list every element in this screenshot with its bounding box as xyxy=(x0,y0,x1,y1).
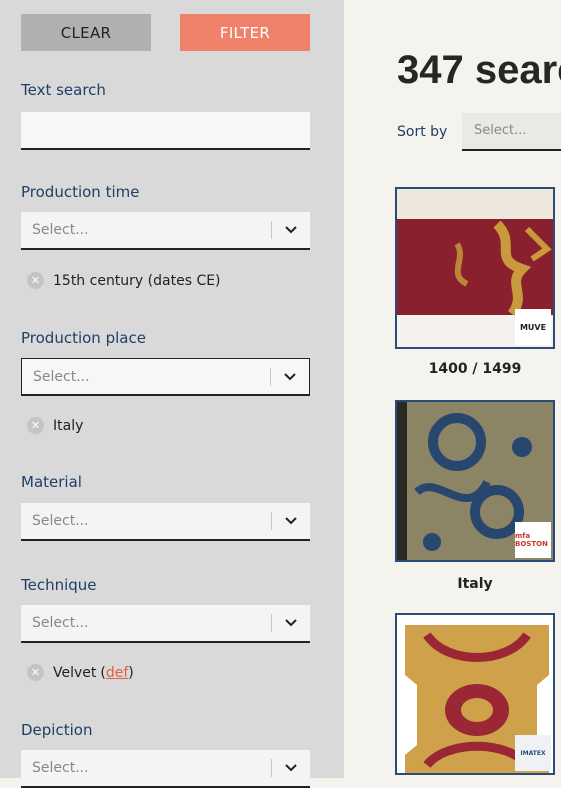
remove-chip-icon[interactable]: ✕ xyxy=(27,664,44,681)
results-panel: 347 search results Sort by Select... MUV… xyxy=(344,0,561,778)
depiction-placeholder: Select... xyxy=(32,760,89,776)
technique-label: Technique xyxy=(21,576,97,594)
filter-button[interactable]: FILTER xyxy=(180,14,310,51)
production-time-chip-label: 15th century (dates CE) xyxy=(53,272,221,289)
production-place-chip: ✕ Italy xyxy=(27,417,83,434)
production-place-placeholder: Select... xyxy=(33,368,90,385)
mfa-boston-logo: mfa BOSTON xyxy=(515,522,551,558)
clear-button[interactable]: CLEAR xyxy=(21,14,151,51)
sort-select[interactable]: Select... xyxy=(462,113,561,151)
filter-sidebar: CLEAR FILTER Text search Production time… xyxy=(0,0,344,788)
result-card-image[interactable]: MUVE xyxy=(395,187,555,349)
material-placeholder: Select... xyxy=(32,513,89,529)
technique-chip-label: Velvet xyxy=(53,664,97,681)
imatex-logo: IMATEX xyxy=(515,735,551,771)
production-time-select[interactable]: Select... xyxy=(21,212,310,250)
production-time-label: Production time xyxy=(21,183,140,201)
chevron-down-icon[interactable] xyxy=(272,619,310,627)
result-card-image[interactable]: IMATEX xyxy=(395,613,555,775)
text-search-input[interactable] xyxy=(21,112,310,150)
chevron-down-icon[interactable] xyxy=(271,372,309,381)
remove-chip-icon[interactable]: ✕ xyxy=(27,417,44,434)
result-card-image[interactable]: mfa BOSTON xyxy=(395,400,555,562)
depiction-select[interactable]: Select... xyxy=(21,750,310,788)
muve-logo: MUVE xyxy=(515,309,551,345)
production-time-placeholder: Select... xyxy=(32,222,89,238)
chevron-down-icon[interactable] xyxy=(272,226,310,234)
material-select[interactable]: Select... xyxy=(21,503,310,541)
technique-chip: ✕ Velvet (def) xyxy=(27,664,134,681)
text-search-label: Text search xyxy=(21,81,106,99)
results-count-title: 347 search results xyxy=(397,48,561,92)
depiction-label: Depiction xyxy=(21,721,93,739)
technique-select[interactable]: Select... xyxy=(21,605,310,643)
result-card-caption: 1400 / 1499 xyxy=(428,361,522,377)
production-time-chip: ✕ 15th century (dates CE) xyxy=(27,272,221,289)
definition-link[interactable]: def xyxy=(106,665,128,681)
production-place-label: Production place xyxy=(21,329,146,347)
material-label: Material xyxy=(21,473,82,491)
remove-chip-icon[interactable]: ✕ xyxy=(27,272,44,289)
technique-placeholder: Select... xyxy=(32,615,89,631)
production-place-chip-label: Italy xyxy=(53,417,84,434)
chevron-down-icon[interactable] xyxy=(272,517,310,525)
result-card-caption: Italy xyxy=(457,576,493,592)
chevron-down-icon[interactable] xyxy=(272,764,310,772)
production-place-select[interactable]: Select... xyxy=(21,358,310,396)
sort-by-label: Sort by xyxy=(397,124,448,140)
